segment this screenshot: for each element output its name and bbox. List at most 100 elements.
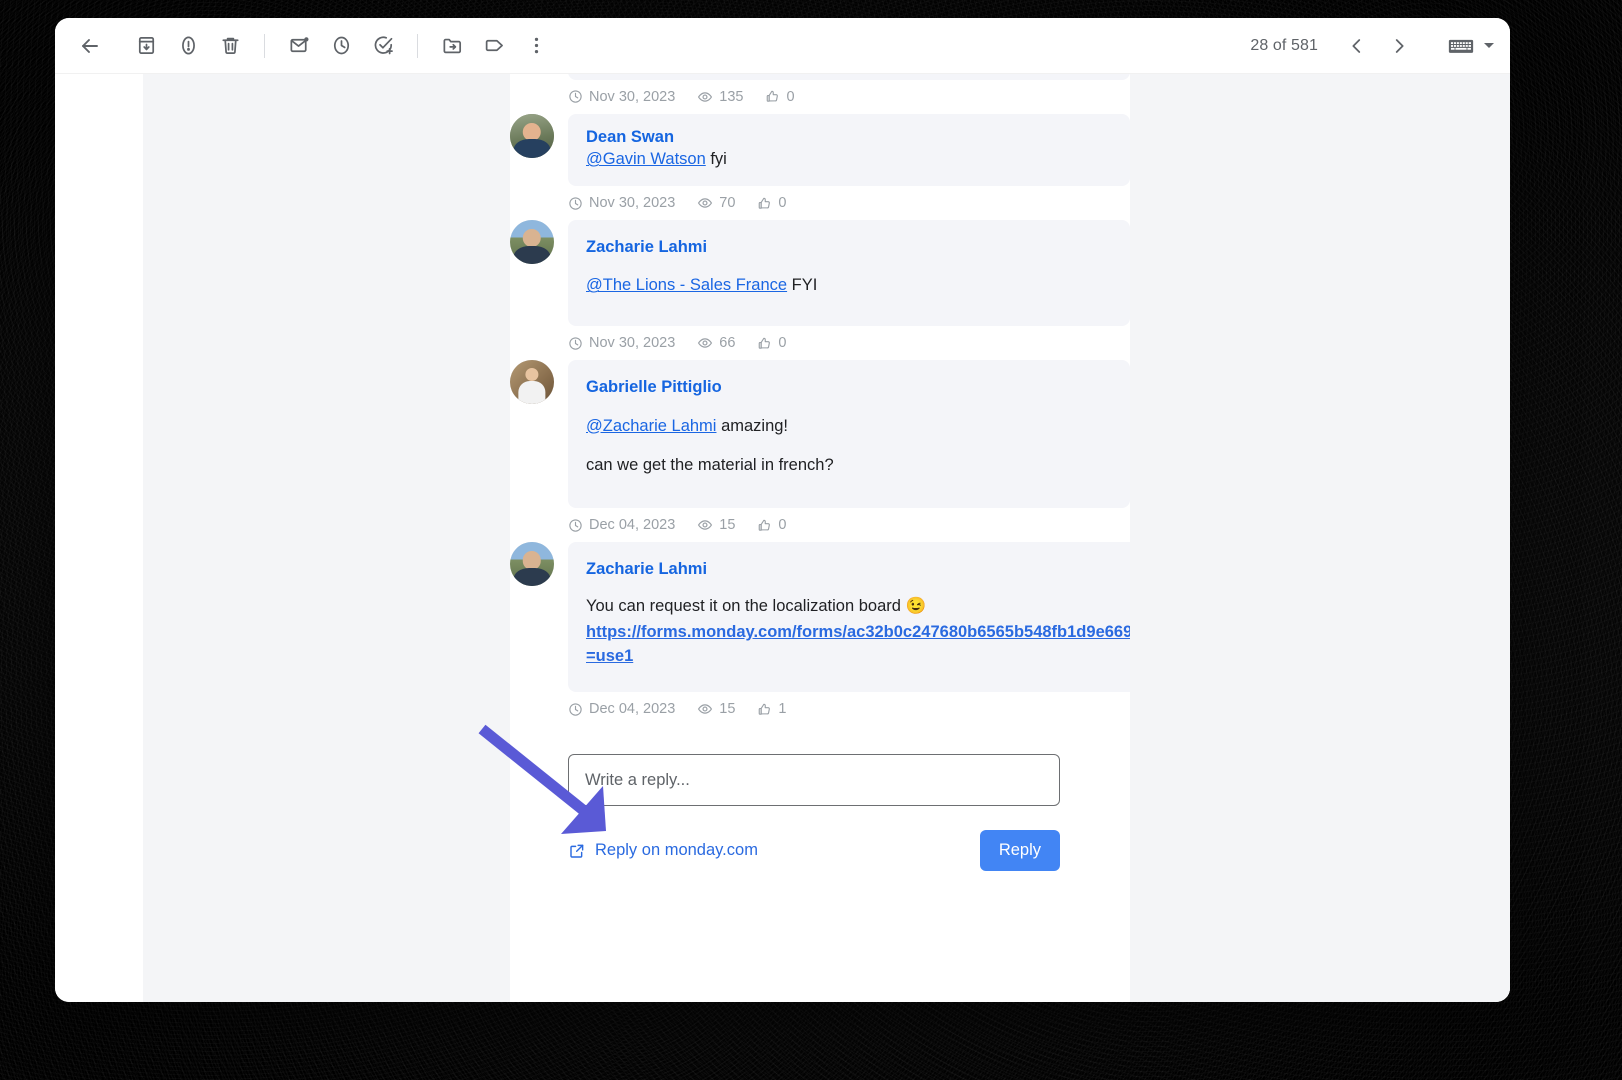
meta-date-group: Nov 30, 2023 <box>568 335 675 351</box>
eye-icon <box>698 520 713 531</box>
left-rail <box>143 74 510 1002</box>
meta-views-group: 66 <box>697 335 735 351</box>
meta-date-group: Nov 30, 2023 <box>568 195 675 211</box>
meta-views: 135 <box>719 88 744 105</box>
delete-icon[interactable] <box>209 25 251 67</box>
message-text: @Gavin Watson fyi <box>586 148 1112 172</box>
external-link-icon <box>570 844 584 858</box>
meta-date-group: Dec 04, 2023 <box>568 517 675 533</box>
conversation-thread: NewsCorp, Bunnings, NRMA and more. Nov 3… <box>510 74 1130 1002</box>
clock-icon <box>569 196 582 210</box>
meta-date-group: Dec 04, 2023 <box>568 701 675 717</box>
clock-icon <box>569 337 582 350</box>
meta-likes-group[interactable]: 0 <box>757 195 786 211</box>
thumbs-up-icon[interactable] <box>757 702 772 717</box>
meta-likes-group[interactable]: 0 <box>765 88 795 105</box>
meta-likes-group[interactable]: 0 <box>757 517 786 533</box>
eye-icon <box>698 198 713 208</box>
avatar <box>510 542 554 587</box>
pager-count: 28 of 581 <box>1250 36 1318 54</box>
thumbs-up-icon[interactable] <box>757 336 772 351</box>
reply-on-monday-link[interactable]: Reply on monday.com <box>568 841 758 860</box>
more-options-icon[interactable] <box>515 25 557 67</box>
eye-icon <box>698 92 713 102</box>
mention-link[interactable]: @Zacharie Lahmi <box>586 417 716 435</box>
meta-likes: 0 <box>778 517 787 534</box>
message-author: Gabrielle Pittiglio <box>586 378 722 397</box>
message-bubble: Dean Swan @Gavin Watson fyi <box>568 113 1130 187</box>
pager-prev-button[interactable] <box>1336 25 1378 67</box>
move-to-icon[interactable] <box>431 25 473 67</box>
meta-views-group: 15 <box>697 517 735 533</box>
keyboard-icon[interactable] <box>1440 25 1482 67</box>
meta-views: 66 <box>719 335 736 352</box>
eye-icon <box>698 338 713 349</box>
mark-unread-icon[interactable] <box>278 25 320 67</box>
meta-views-group: 135 <box>697 89 743 105</box>
message-body-text: You can request it on the localization b… <box>586 596 927 615</box>
message-text: @The Lions - Sales France FYI <box>586 274 1112 298</box>
snooze-icon[interactable] <box>320 25 362 67</box>
thumbs-up-icon[interactable] <box>757 196 772 211</box>
message-meta: Dec 04, 2023 15 1 <box>510 701 1130 717</box>
message-bubble: Zacharie Lahmi @The Lions - Sales France… <box>568 220 1130 327</box>
reply-input[interactable] <box>568 754 1060 807</box>
mention-link[interactable]: @Gavin Watson <box>586 150 706 168</box>
reply-composer: Reply on monday.com Reply <box>510 726 1130 872</box>
toolbar-separator-2 <box>417 33 418 58</box>
chevron-down-icon[interactable] <box>1484 43 1494 48</box>
message-text: @Zacharie Lahmi amazing! <box>586 415 1112 439</box>
right-rail <box>1130 74 1510 1002</box>
message-text: You can request it on the localization b… <box>586 595 1130 619</box>
message-item: Dean Swan @Gavin Watson fyi <box>510 113 1130 187</box>
reply-button[interactable]: Reply <box>979 830 1060 872</box>
pager-next-button[interactable] <box>1378 25 1420 67</box>
thumbs-up-icon[interactable] <box>757 518 772 533</box>
message-meta: Nov 30, 2023 66 0 <box>510 335 1130 351</box>
message-text-second-line: can we get the material in french? <box>586 456 834 475</box>
message-partial: NewsCorp, Bunnings, NRMA and more. <box>510 74 1130 80</box>
meta-date: Nov 30, 2023 <box>589 195 676 212</box>
meta-likes: 0 <box>778 335 787 352</box>
archive-icon[interactable] <box>125 25 167 67</box>
message-author: Zacharie Lahmi <box>586 238 708 257</box>
meta-views: 70 <box>719 195 736 212</box>
keyboard-shortcuts-group[interactable] <box>1440 25 1494 67</box>
message-meta: Nov 30, 2023 135 0 <box>510 89 1130 105</box>
clock-icon <box>569 703 582 716</box>
message-item: Zacharie Lahmi You can request it on the… <box>510 542 1130 693</box>
meta-views-group: 70 <box>697 195 735 211</box>
eye-icon <box>698 704 713 715</box>
report-spam-icon[interactable] <box>167 25 209 67</box>
meta-likes: 0 <box>786 88 795 105</box>
message-bubble: Zacharie Lahmi You can request it on the… <box>568 542 1130 693</box>
meta-likes: 1 <box>778 701 787 718</box>
clock-icon <box>569 90 582 104</box>
meta-date-group: Nov 30, 2023 <box>568 89 675 105</box>
message-item: Gabrielle Pittiglio @Zacharie Lahmi amaz… <box>510 360 1130 509</box>
avatar <box>510 113 554 158</box>
composer-actions: Reply on monday.com Reply <box>568 830 1060 872</box>
add-to-tasks-icon[interactable] <box>362 25 404 67</box>
form-url-link[interactable]: https://forms.monday.com/forms/ac32b0c24… <box>586 623 1130 665</box>
meta-date: Dec 04, 2023 <box>589 701 676 718</box>
message-text-tail: fyi <box>705 150 727 169</box>
message-bubble: Gabrielle Pittiglio @Zacharie Lahmi amaz… <box>568 360 1130 509</box>
meta-date: Dec 04, 2023 <box>589 517 676 534</box>
clock-icon <box>569 519 582 532</box>
message-author: Dean Swan <box>586 127 675 146</box>
meta-date: Nov 30, 2023 <box>589 335 676 352</box>
message-item: Zacharie Lahmi @The Lions - Sales France… <box>510 220 1130 327</box>
meta-likes-group[interactable]: 0 <box>757 335 786 351</box>
meta-likes-group[interactable]: 1 <box>757 701 786 717</box>
labels-icon[interactable] <box>473 25 515 67</box>
message-meta: Dec 04, 2023 15 0 <box>510 517 1130 533</box>
back-arrow-icon[interactable] <box>69 25 111 67</box>
email-window: 28 of 581 Nov 30, 2023 135 0 Dean Swan @… <box>55 18 1510 1002</box>
reply-on-monday-label: Reply on monday.com <box>595 841 758 860</box>
avatar <box>510 360 554 405</box>
meta-views: 15 <box>719 701 736 718</box>
mention-link[interactable]: @The Lions - Sales France <box>586 276 787 294</box>
thumbs-up-icon[interactable] <box>765 89 780 104</box>
meta-views: 15 <box>719 517 736 534</box>
